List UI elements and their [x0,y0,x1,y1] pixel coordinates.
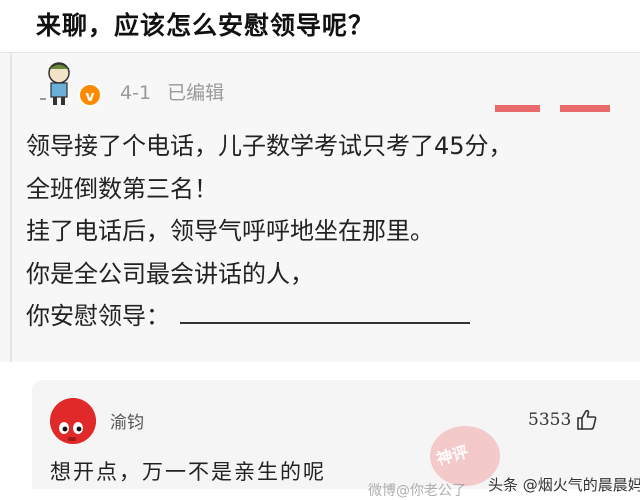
thumbs-up-icon[interactable] [575,408,599,432]
comment-card: 渝钧 神评 5353 想开点，万一不是亲生的呢 微博@你老公了 头条 @烟火气的… [32,380,640,499]
source-watermark: 头条 @烟火气的晨晨妈 [488,476,640,494]
verified-icon: v [78,83,102,107]
post-line: 你是全公司最会讲话的人， [26,259,314,288]
like-button[interactable]: 5353 [528,408,599,432]
comment-section: 渝钧 神评 5353 想开点，万一不是亲生的呢 微博@你老公了 头条 @烟火气的… [0,362,640,499]
post-line: 全班倒数第三名！ [26,174,218,203]
post-left-border [10,53,12,363]
post-card: v 4-1 已编辑 领导接了个电话，儿子数学考试只考了45分， 全班倒数第三名！… [0,52,640,363]
post-line: 挂了电话后，领导气呼呼地坐在那里。 [26,217,434,245]
comment-username[interactable]: 渝钧 [110,408,144,433]
page-title: 来聊，应该怎么安慰领导呢？ [36,11,375,40]
answer-blank [180,300,470,324]
overlay-watermark: 微博@你老公了 [368,483,466,499]
post-line: 领导接了个电话，儿子数学考试只考了45分， [26,132,513,160]
post-line-question: 你安慰领导： [26,295,513,338]
header: 来聊，应该怎么安慰领导呢？ [0,0,640,52]
like-count: 5353 [528,410,572,430]
post-body: 领导接了个电话，儿子数学考试只考了45分， 全班倒数第三名！ 挂了电话后，领导气… [26,125,513,338]
comment-text: 想开点，万一不是亲生的呢 [50,460,326,484]
post-date: 4-1 [120,82,152,104]
post-meta: 4-1 已编辑 [120,78,234,105]
red-decoration-icon [495,105,610,112]
edit-status: 已编辑 [167,82,225,104]
cartoon-avatar-icon[interactable] [40,59,78,107]
post-line: 你安慰领导： [26,302,170,330]
comment-avatar-icon[interactable] [50,398,96,444]
